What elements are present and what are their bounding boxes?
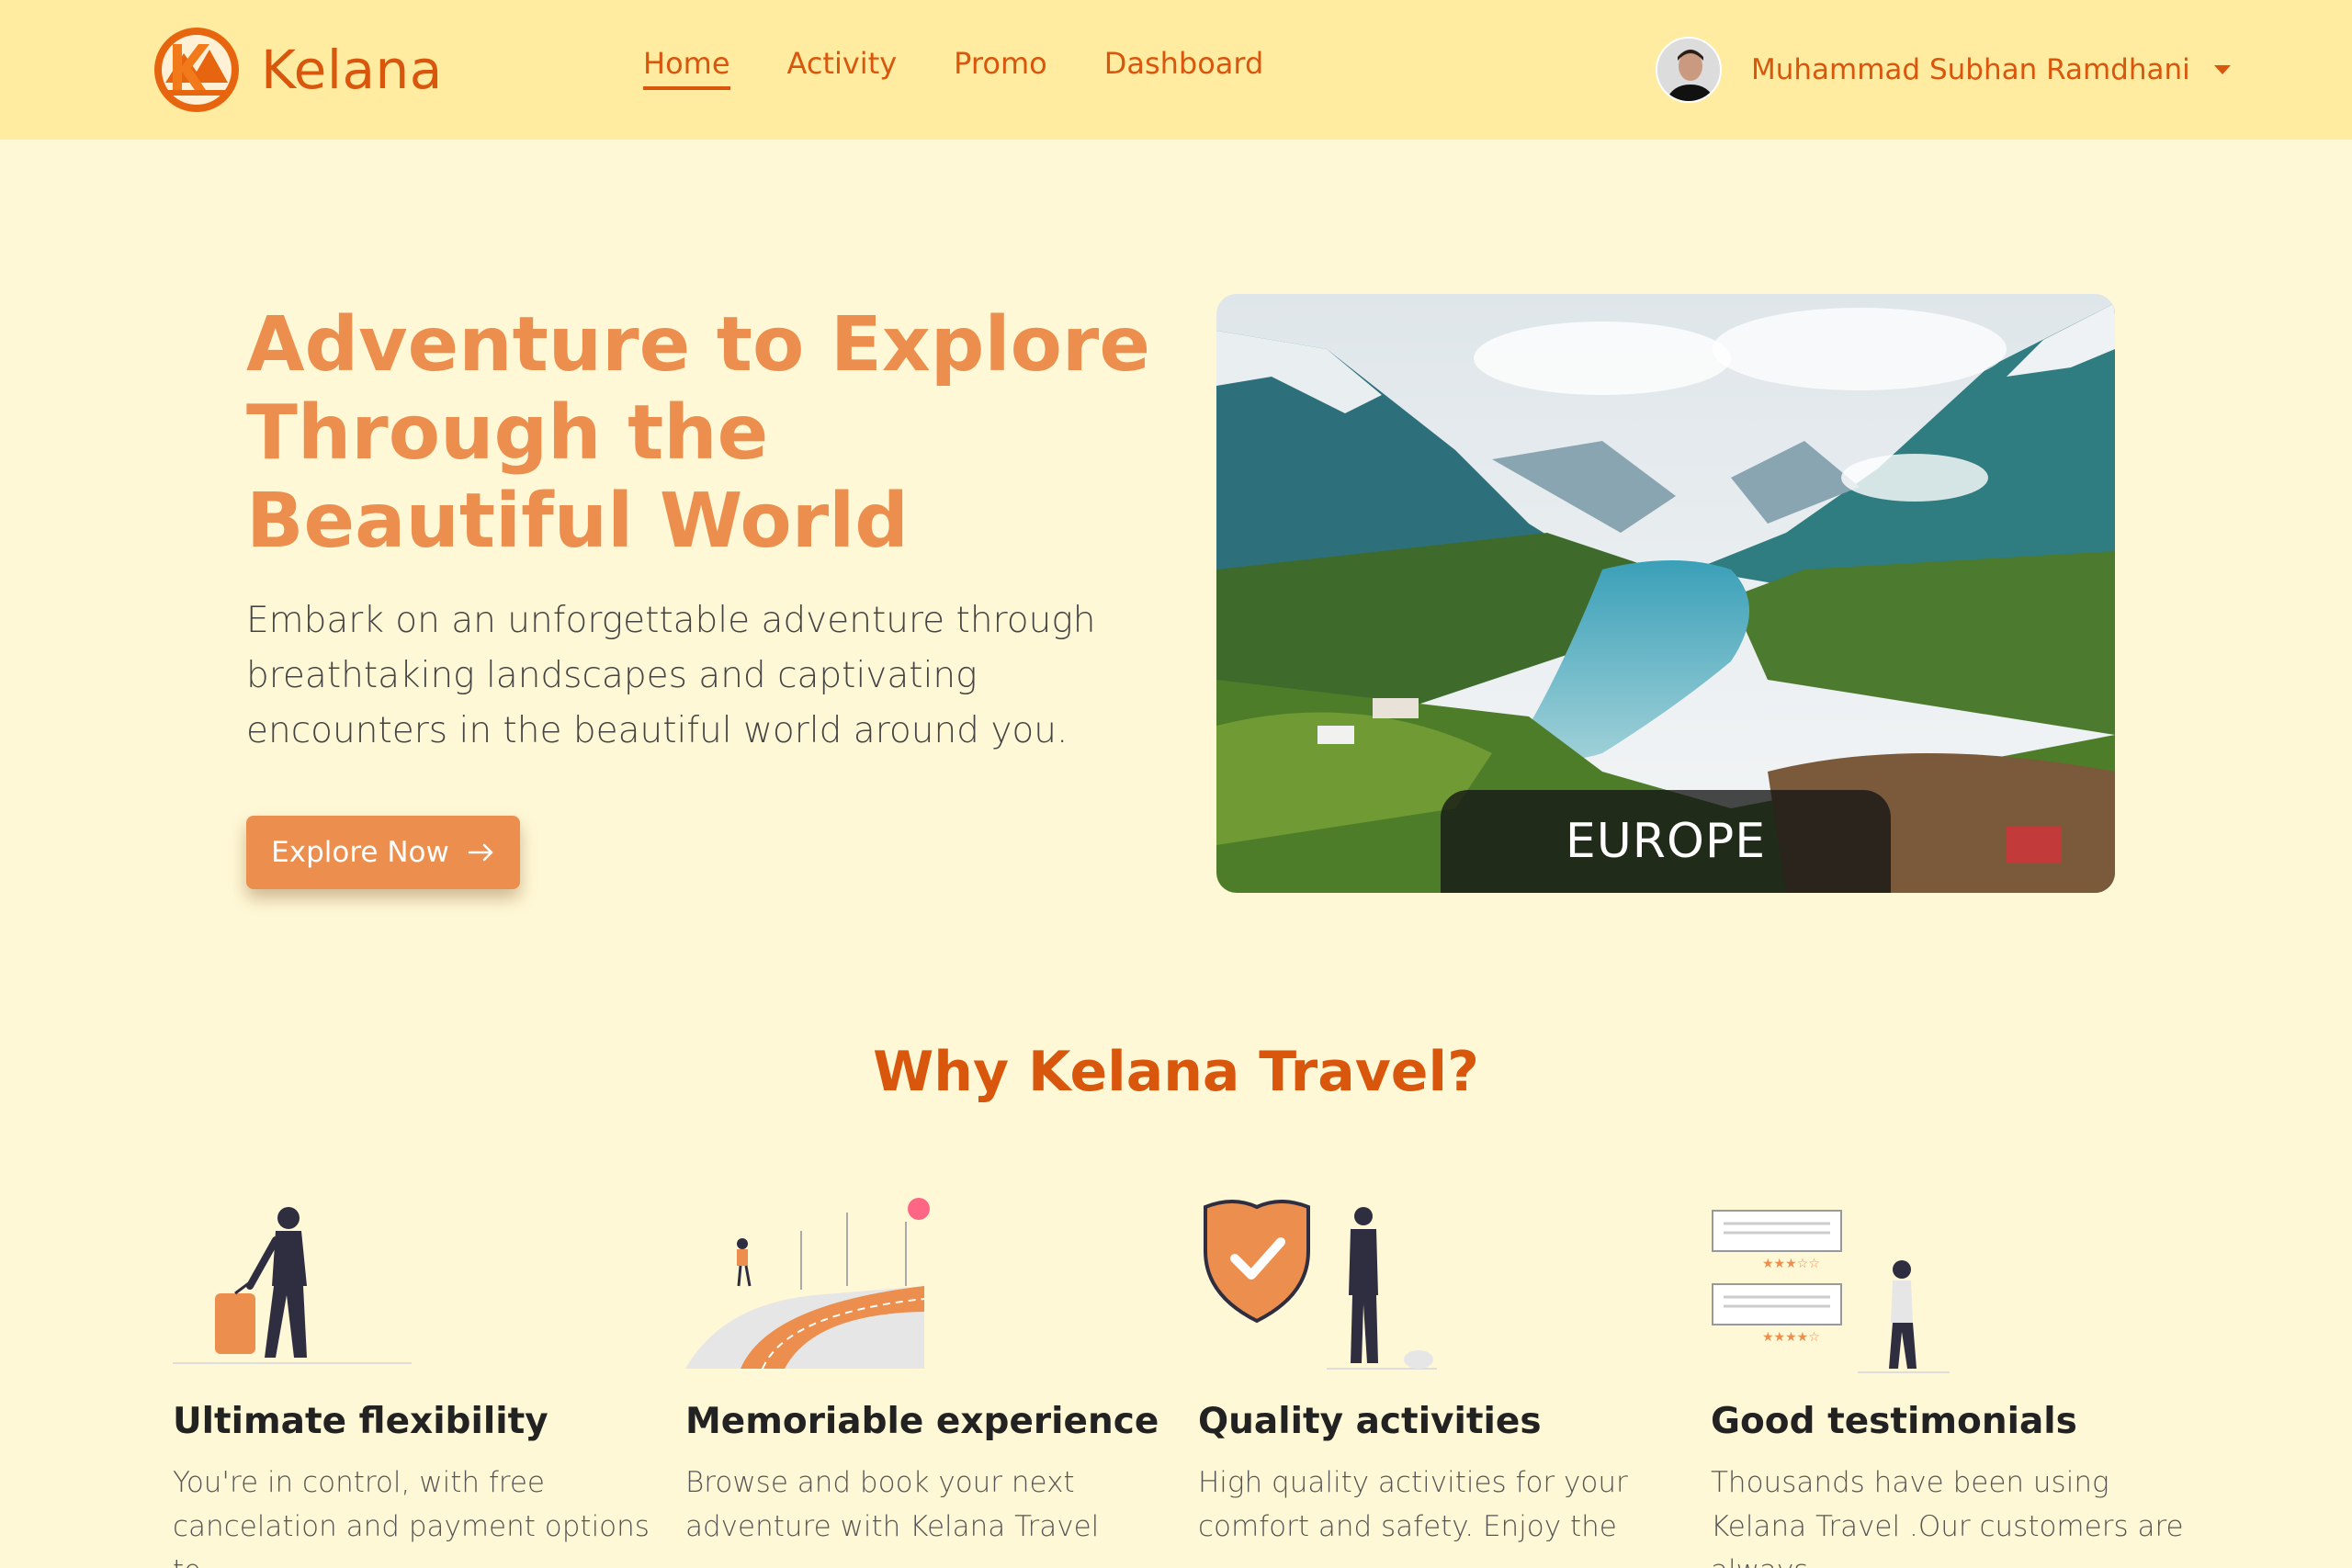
- hero-description: Embark on an unforgettable adventure thr…: [246, 600, 1096, 751]
- user-menu[interactable]: Muhammad Subhan Ramdhani: [1656, 33, 2231, 107]
- nav-home[interactable]: Home: [643, 46, 730, 90]
- feature-card-testimonials: ★★★☆☆ ★★★★☆ Good testimonials Thousands …: [1711, 1194, 2188, 1568]
- road-adventure-icon: [685, 1198, 930, 1370]
- feature-title: Good testimonials: [1711, 1401, 2077, 1442]
- feature-card-quality: Quality activities High quality activiti…: [1198, 1194, 1676, 1549]
- brand[interactable]: Kelana: [153, 26, 443, 114]
- explore-now-label: Explore Now: [271, 836, 449, 869]
- nav-activity[interactable]: Activity: [787, 46, 898, 90]
- chevron-down-icon[interactable]: [2213, 65, 2231, 74]
- avatar: [1656, 37, 1722, 103]
- explore-now-button[interactable]: Explore Now: [246, 816, 520, 889]
- feature-title: Ultimate flexibility: [173, 1401, 548, 1442]
- review-rating-icon: ★★★☆☆ ★★★★☆: [1712, 1210, 1950, 1373]
- nav-dashboard[interactable]: Dashboard: [1104, 46, 1264, 90]
- feature-desc: High quality activities for your comfort…: [1198, 1466, 1628, 1543]
- feature-card-flexibility: Ultimate flexibility You're in control, …: [173, 1194, 650, 1568]
- why-section-title: Why Kelana Travel?: [873, 1040, 1479, 1104]
- traveler-with-suitcase-icon: [173, 1207, 412, 1364]
- feature-desc: Thousands have been using Kelana Travel …: [1711, 1466, 2184, 1568]
- hero-destination-image[interactable]: EUROPE: [1216, 294, 2115, 893]
- brand-name: Kelana: [261, 39, 443, 101]
- hero-title: Adventure to Explore Through the Beautif…: [246, 301, 1150, 565]
- navbar: Kelana Home Activity Promo Dashboard Muh…: [0, 0, 2352, 140]
- kelana-logo-icon: [154, 28, 239, 112]
- region-label: EUROPE: [1441, 790, 1891, 893]
- svg-text:★★★☆☆: ★★★☆☆: [1762, 1257, 1820, 1271]
- arrow-right-icon: [468, 843, 493, 862]
- user-name: Muhammad Subhan Ramdhani: [1751, 53, 2190, 86]
- feature-title: Memoriable experience: [685, 1401, 1159, 1442]
- main-nav: Home Activity Promo Dashboard: [643, 46, 1263, 90]
- feature-desc: You're in control, with free cancelation…: [173, 1466, 650, 1568]
- feature-desc: Browse and book your next adventure with…: [685, 1466, 1100, 1543]
- feature-card-experience: Memoriable experience Browse and book yo…: [685, 1194, 1163, 1549]
- nav-promo[interactable]: Promo: [954, 46, 1047, 90]
- shield-check-icon: [1204, 1200, 1437, 1370]
- feature-title: Quality activities: [1198, 1401, 1542, 1442]
- svg-text:★★★★☆: ★★★★☆: [1762, 1330, 1820, 1345]
